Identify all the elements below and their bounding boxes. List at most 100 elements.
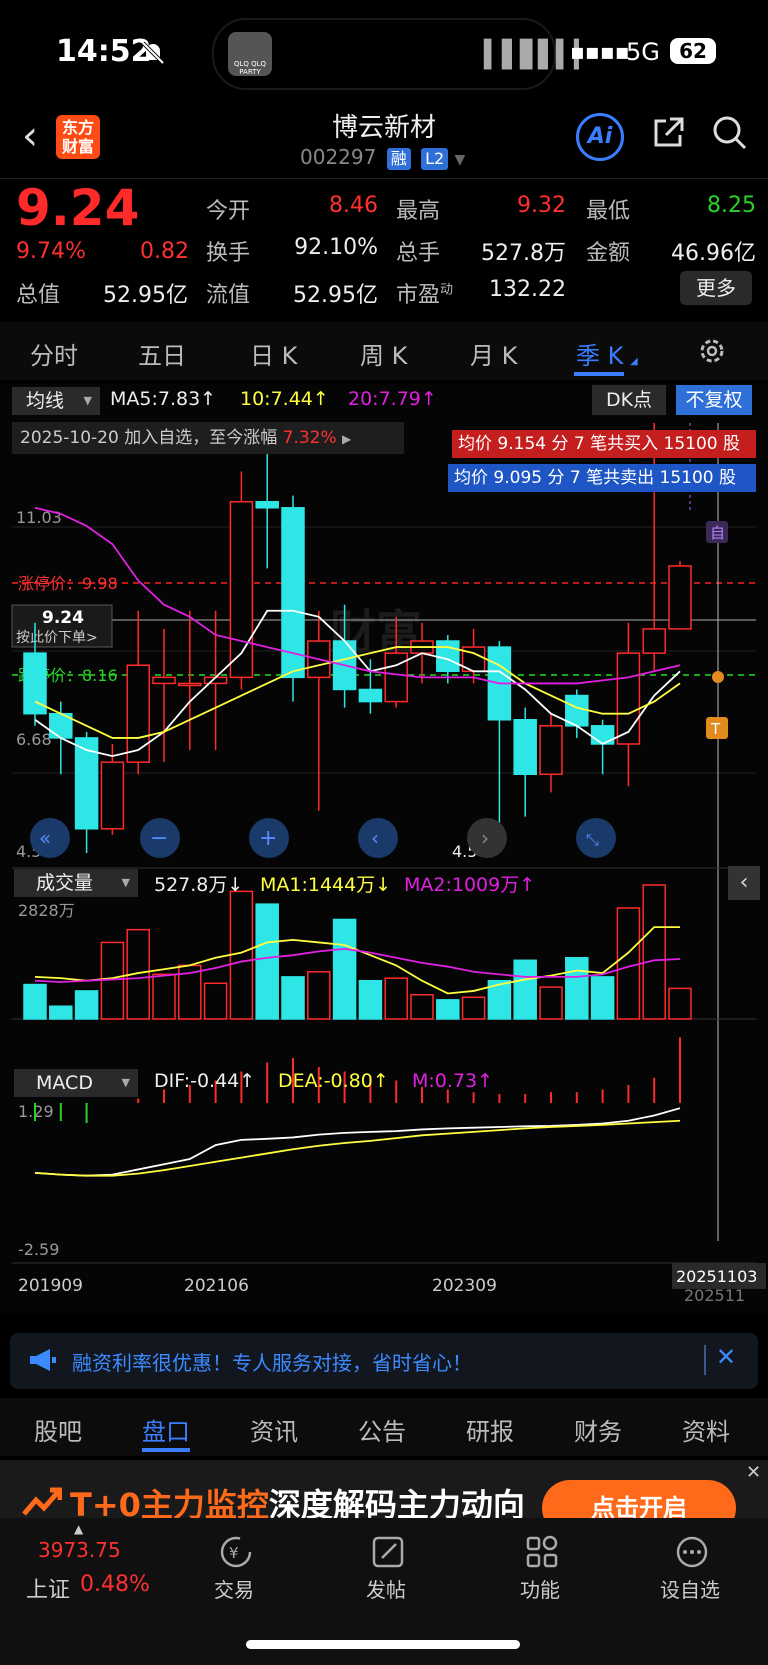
macd-dea-line bbox=[34, 1119, 681, 1177]
tab-pankou[interactable]: 盘口 bbox=[142, 1412, 190, 1447]
macd-selector[interactable]: MACD ▼ bbox=[14, 1069, 138, 1097]
chevron-left-icon: ‹ bbox=[371, 826, 379, 850]
last-price: 9.24 bbox=[16, 179, 140, 237]
margin-badge: 融 bbox=[386, 148, 411, 170]
self-select-marker-text: 自 bbox=[710, 524, 725, 542]
network-type: 5G bbox=[626, 38, 660, 66]
promo-strip[interactable]: T+0主力监控深度解码主力动向 点击开启 ✕ bbox=[0, 1460, 768, 1518]
promo-text: T+0主力监控深度解码主力动向 bbox=[70, 1480, 525, 1518]
quote-panel: 9.24 9.74% 0.82 今开 8.46 最高 9.32 最低 8.25 … bbox=[0, 178, 768, 319]
period-tabs: 分时 五日 日 K 周 K 月 K 季 K ◢ bbox=[0, 322, 768, 380]
tab-announcements[interactable]: 公告 bbox=[358, 1412, 406, 1447]
triangle-up-icon: ▲ bbox=[74, 1522, 84, 1536]
tabbar-post[interactable]: 发帖 bbox=[366, 1574, 406, 1603]
promo-open-button[interactable]: 点击开启 bbox=[542, 1480, 736, 1518]
minus-icon: − bbox=[150, 826, 168, 851]
tabbar-trade[interactable]: 交易 bbox=[214, 1574, 254, 1603]
double-left-icon: « bbox=[39, 826, 51, 850]
volume-bar bbox=[23, 983, 47, 1020]
macd-lines bbox=[34, 1107, 681, 1177]
volume-bar bbox=[565, 956, 589, 1020]
ai-assistant-button[interactable]: Ai bbox=[576, 113, 624, 161]
volume-bar bbox=[384, 977, 408, 1020]
stock-header: ‹ 东方 财富 博云新材 002297 融 L2 ▼ Ai bbox=[0, 105, 768, 175]
open-value: 8.46 bbox=[329, 193, 378, 218]
watchlist-note-text: 2025-10-20 加入自选，至今涨幅 bbox=[20, 428, 278, 448]
sell-summary[interactable]: 均价 9.095 分 7 笔共卖出 15100 股 bbox=[448, 464, 756, 492]
collapse-panel-button[interactable]: ‹ bbox=[728, 866, 760, 900]
close-icon[interactable]: ✕ bbox=[746, 1462, 761, 1483]
limit-up-label: 涨停价：9.98 bbox=[18, 574, 118, 593]
volume-bar bbox=[281, 976, 305, 1020]
amount-label: 金额 bbox=[586, 241, 631, 266]
tab-monthly-k[interactable]: 月 K bbox=[470, 336, 517, 371]
volume-bar bbox=[513, 959, 537, 1020]
tab-intraday[interactable]: 分时 bbox=[30, 336, 78, 371]
trade-icon: ¥ bbox=[216, 1532, 256, 1572]
tab-five-day[interactable]: 五日 bbox=[138, 336, 186, 371]
functions-icon bbox=[522, 1532, 562, 1572]
tab-guba[interactable]: 股吧 bbox=[34, 1412, 82, 1447]
float-cap-value: 52.95亿 bbox=[293, 283, 378, 308]
stock-code-row[interactable]: 002297 融 L2 ▼ bbox=[300, 145, 465, 170]
low-label: 最低 bbox=[586, 199, 631, 224]
banner-text: 融资利率很优惠！专人服务对接，省时省心！ bbox=[72, 1351, 472, 1375]
volume-bar bbox=[74, 990, 99, 1020]
kline-chart[interactable]: 11.03 6.68 4.50 财富 涨停价：9.98 跌停价：8.16 9.2… bbox=[0, 383, 768, 1313]
tab-profile[interactable]: 资料 bbox=[682, 1412, 730, 1447]
macd-selector-label: MACD bbox=[36, 1072, 93, 1094]
tab-news[interactable]: 资讯 bbox=[250, 1412, 298, 1447]
gear-icon[interactable] bbox=[697, 336, 727, 366]
trade-dot-icon[interactable] bbox=[712, 671, 724, 683]
watchlist-note[interactable]: 2025-10-20 加入自选，至今涨幅 7.32% ▶ bbox=[12, 422, 404, 454]
volume-bar bbox=[668, 987, 692, 1020]
tabbar-add-watchlist[interactable]: 设自选 bbox=[660, 1574, 720, 1603]
turnover-label: 换手 bbox=[206, 241, 251, 266]
volume-bar bbox=[410, 994, 434, 1020]
share-icon[interactable] bbox=[652, 115, 686, 149]
volume-ma1: MA1:1444万↓ bbox=[260, 874, 392, 896]
volume-bar bbox=[436, 999, 460, 1020]
close-icon[interactable]: ✕ bbox=[716, 1343, 736, 1371]
active-tab-underline bbox=[142, 1448, 190, 1452]
index-value[interactable]: 3973.75 bbox=[38, 1538, 121, 1562]
tab-daily-k[interactable]: 日 K bbox=[250, 336, 297, 371]
tab-caret-icon: ◢ bbox=[630, 356, 638, 367]
candle-body bbox=[178, 682, 202, 687]
tab-quarterly-k[interactable]: 季 K bbox=[576, 336, 623, 371]
album-art-icon: QLQ QLQ PARTY bbox=[228, 32, 272, 76]
banner-divider bbox=[704, 1345, 706, 1375]
promo-banner[interactable]: 融资利率很优惠！专人服务对接，省时省心！ ✕ bbox=[10, 1333, 758, 1389]
buy-summary[interactable]: 均价 9.154 分 7 笔共买入 15100 股 bbox=[452, 430, 756, 458]
candle-body bbox=[126, 664, 150, 763]
dynamic-island[interactable]: QLQ QLQ PARTY ▍▌▋▌▍▎ bbox=[212, 18, 594, 90]
volume-bar bbox=[255, 903, 279, 1020]
change-percent: 9.74% bbox=[16, 239, 86, 264]
tab-finance[interactable]: 财务 bbox=[574, 1412, 622, 1447]
volume-value: 527.8万↓ bbox=[154, 874, 244, 896]
current-price-tag-value: 9.24 bbox=[42, 608, 84, 628]
search-icon[interactable] bbox=[712, 115, 748, 151]
volume-bar bbox=[229, 890, 254, 1020]
candle-body bbox=[384, 652, 408, 703]
album-art-text: QLQ QLQ PARTY bbox=[233, 60, 267, 76]
candle-body bbox=[513, 719, 537, 776]
silent-bell-icon bbox=[140, 40, 166, 70]
clock: 14:52 bbox=[56, 34, 152, 69]
trend-icon bbox=[22, 1486, 63, 1518]
volume-bar bbox=[616, 907, 641, 1020]
tab-weekly-k[interactable]: 周 K bbox=[360, 336, 407, 371]
candle-body bbox=[358, 688, 383, 703]
tab-research[interactable]: 研报 bbox=[466, 1412, 514, 1447]
index-name: 上证 bbox=[26, 1578, 71, 1603]
high-value: 9.32 bbox=[517, 193, 566, 218]
market-cap-label: 总值 bbox=[16, 283, 61, 308]
tabbar-functions[interactable]: 功能 bbox=[520, 1574, 560, 1603]
more-button[interactable]: 更多 bbox=[680, 271, 752, 305]
play-caret-icon: ▶ bbox=[342, 432, 352, 446]
volume-bar bbox=[49, 1005, 73, 1020]
y-axis-low-label: 6.68 bbox=[16, 730, 52, 749]
pe-label-text: 市盈 bbox=[396, 283, 441, 308]
volume-selector[interactable]: 成交量 ▼ bbox=[14, 869, 138, 897]
status-bar: 14:52 QLQ QLQ PARTY ▍▌▋▌▍▎ ▪▪▪▪ 5G 62 bbox=[0, 0, 768, 105]
